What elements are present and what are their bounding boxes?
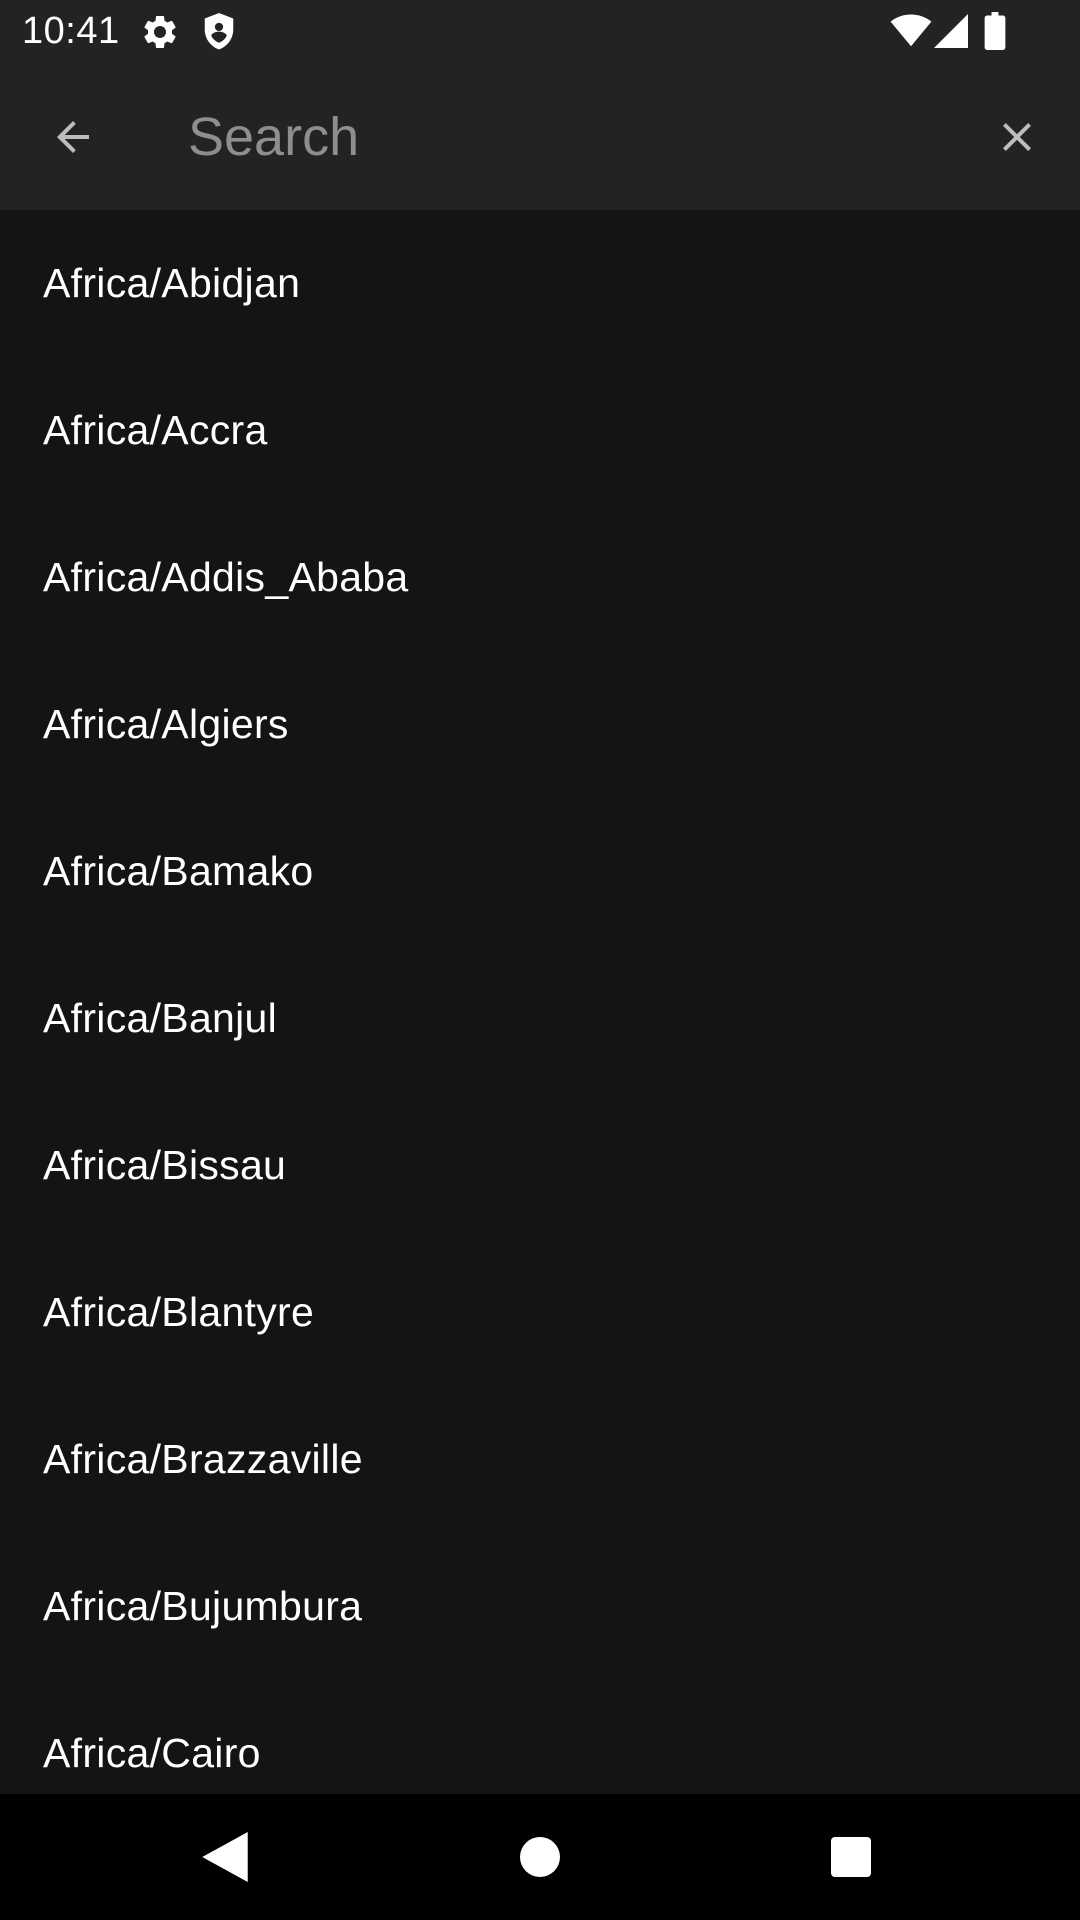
timezone-label: Africa/Banjul [43,995,278,1041]
timezone-label: Africa/Algiers [43,701,289,747]
timezone-label: Africa/Bissau [43,1142,287,1188]
list-item[interactable]: Africa/Abidjan [0,210,1080,357]
list-item[interactable]: Africa/Bujumbura [0,1533,1080,1680]
system-nav-bar [0,1794,1080,1920]
close-icon [1003,123,1031,151]
settings-gear-icon [144,15,176,48]
timezone-picker-screen: 10:41 Search Africa/Abidjan Africa/Accra… [0,0,1080,1920]
timezone-label: Africa/Bamako [43,848,314,894]
shield-icon [204,13,234,50]
list-item[interactable]: Africa/Bissau [0,1092,1080,1239]
clear-search-button[interactable] [983,103,1051,171]
timezone-label: Africa/Accra [43,407,268,453]
nav-recents-icon [831,1837,871,1877]
timezone-label: Africa/Blantyre [43,1289,315,1335]
search-input[interactable] [188,99,948,175]
nav-back-icon [202,1832,248,1882]
status-time: 10:41 [22,10,120,52]
list-item[interactable]: Africa/Cairo [0,1680,1080,1794]
arrow-back-icon [57,121,89,153]
search-toolbar [0,63,1080,210]
timezone-list: Africa/Abidjan Africa/Accra Africa/Addis… [0,210,1080,1794]
list-item[interactable]: Africa/Bamako [0,798,1080,945]
timezone-label: Africa/Addis_Ababa [43,554,409,600]
back-button[interactable] [39,103,107,171]
timezone-label: Africa/Bujumbura [43,1583,363,1629]
nav-home-icon [520,1837,560,1877]
list-item[interactable]: Africa/Banjul [0,945,1080,1092]
timezone-label: Africa/Cairo [43,1730,261,1776]
list-item[interactable]: Africa/Algiers [0,651,1080,798]
list-item[interactable]: Africa/Blantyre [0,1239,1080,1386]
cellular-signal-icon [934,14,968,48]
timezone-label: Africa/Brazzaville [43,1436,363,1482]
nav-recents-button[interactable] [811,1817,891,1897]
timezone-label: Africa/Abidjan [43,260,301,306]
wifi-icon [890,14,932,47]
nav-home-button[interactable] [500,1817,580,1897]
status-bar: 10:41 [0,0,1080,63]
nav-back-button[interactable] [185,1817,265,1897]
battery-icon [984,12,1006,50]
list-item[interactable]: Africa/Accra [0,357,1080,504]
list-item[interactable]: Africa/Addis_Ababa [0,504,1080,651]
list-item[interactable]: Africa/Brazzaville [0,1386,1080,1533]
